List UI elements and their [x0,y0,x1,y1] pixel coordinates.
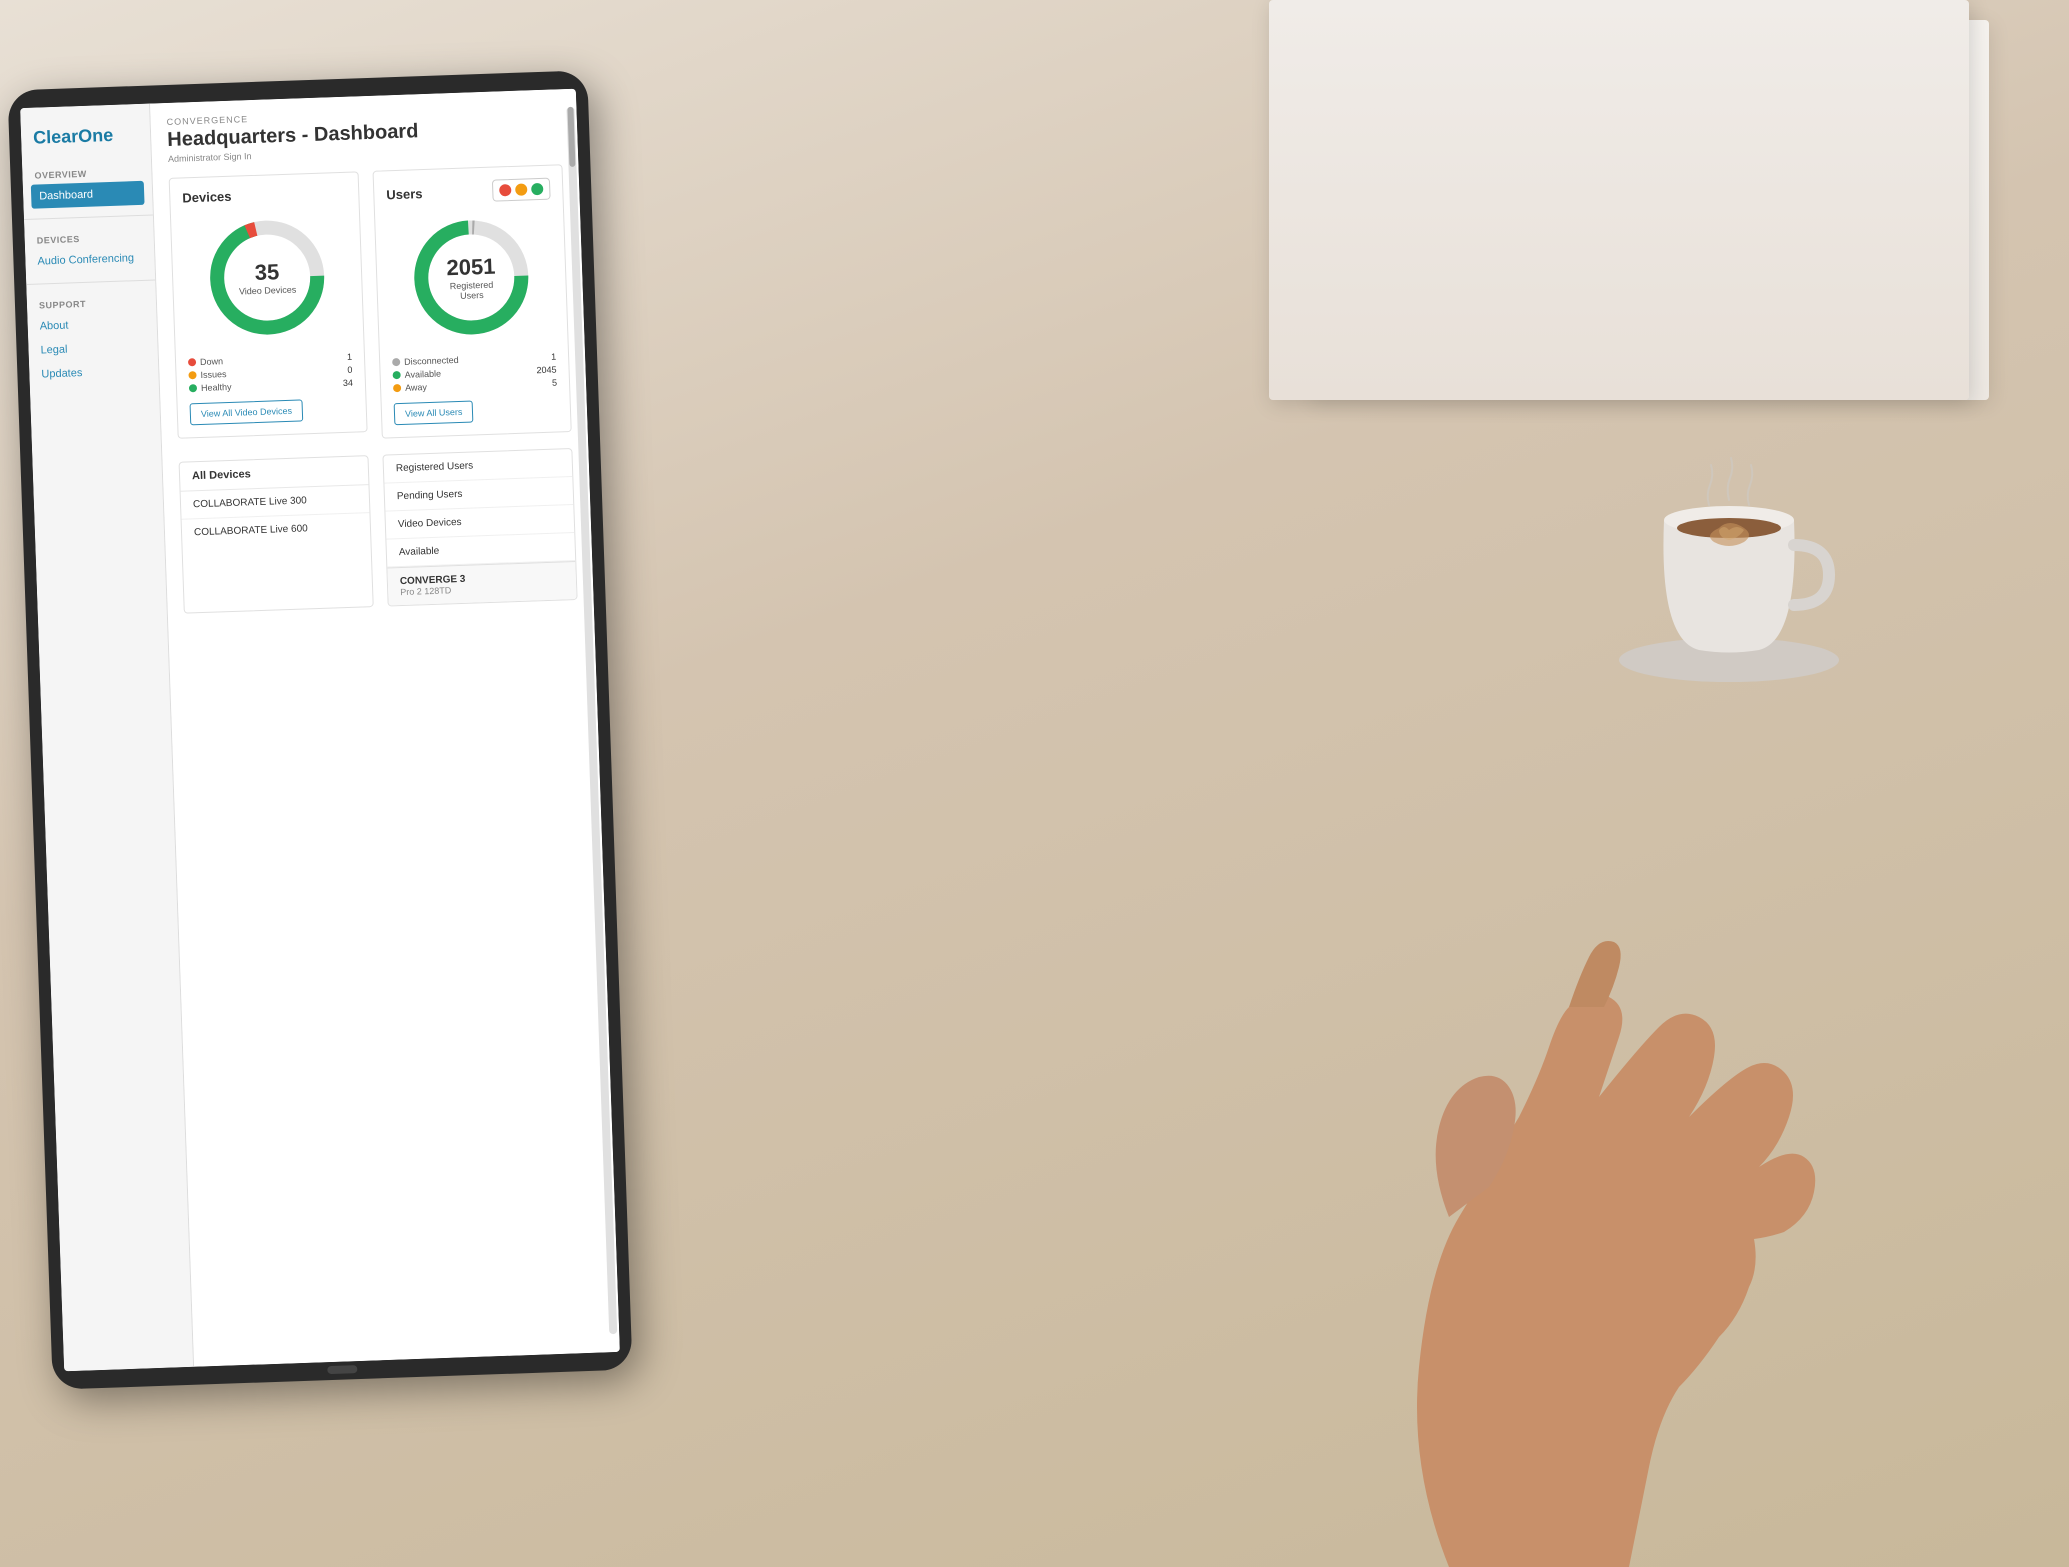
legend-down-value: 1 [347,352,352,362]
legend-disconnected-value: 1 [551,352,556,362]
legend-dot-yellow [188,371,196,379]
device-list-item-2[interactable]: COLLABORATE Live 600 [182,513,371,547]
users-label-line2: Users [447,290,496,302]
users-donut-container: 2051 Registered Users [387,210,555,346]
legend-away-left: Away [393,382,427,393]
devices-legend: Down 1 Issues 0 [188,352,353,394]
devices-donut-center: 35 Video Devices [238,259,297,297]
sidebar-logo: ClearOne [21,116,151,165]
all-devices-card: All Devices COLLABORATE Live 300 COLLABO… [179,455,374,614]
tablet-device: ClearOne OVERVIEW Dashboard DEVICES Audi… [7,70,632,1389]
devices-donut-container: 35 Video Devices [183,210,351,346]
legend-away-label: Away [405,382,427,393]
view-all-users-button[interactable]: View All Users [394,400,474,425]
dashboard-bottom-row: All Devices COLLABORATE Live 300 COLLABO… [179,448,578,614]
legend-available-value: 2045 [536,365,556,376]
traffic-light-green [531,183,543,195]
devices-card: Devices [169,171,368,438]
devices-count: 35 [238,259,296,287]
legend-dot-available [393,371,401,379]
traffic-light-yellow [515,183,527,195]
users-card-header: Users [386,178,551,206]
sidebar-divider-2 [26,279,155,285]
users-donut-wrapper: 2051 Registered Users [404,210,538,344]
converge-item: CONVERGE 3 Pro 2 128TD [387,561,576,606]
view-all-video-devices-button[interactable]: View All Video Devices [190,399,304,425]
users-card: Users [373,164,572,438]
legend-away-value: 5 [552,378,557,388]
legend-dot-away [393,384,401,392]
background-papers-front [1269,0,1969,400]
users-donut-center: 2051 Registered Users [446,254,497,302]
legend-disconnected-left: Disconnected [392,355,459,367]
legend-healthy-left: Healthy [189,382,232,393]
legend-down-left: Down [188,356,223,367]
users-list-card: Registered Users Pending Users Video Dev… [382,448,577,607]
coffee-cup-area [1589,380,1869,700]
legend-issues-value: 0 [347,365,352,375]
legend-item-away: Away 5 [393,378,557,394]
users-legend: Disconnected 1 Available 2045 [392,352,557,394]
devices-donut-wrapper: 35 Video Devices [200,210,334,344]
legend-dot-red [188,358,196,366]
traffic-light-red [499,184,511,196]
legend-healthy-value: 34 [343,378,353,388]
legend-dot-green [189,384,197,392]
tablet-screen: ClearOne OVERVIEW Dashboard DEVICES Audi… [20,89,620,1372]
users-count: 2051 [446,254,496,282]
brand-name: ClearOne [33,124,139,149]
legend-disconnected-label: Disconnected [404,355,459,367]
devices-label: Video Devices [239,285,297,297]
legend-available-label: Available [404,369,441,380]
coffee-cup-svg [1589,380,1869,700]
users-card-title: Users [386,186,423,202]
tablet-home-button[interactable] [327,1365,357,1374]
main-content: CONVERGENCE Headquarters - Dashboard Adm… [150,89,620,1367]
devices-card-header: Devices [182,185,346,206]
app-container: ClearOne OVERVIEW Dashboard DEVICES Audi… [20,89,620,1372]
sidebar-item-audio-conferencing[interactable]: Audio Conferencing [25,245,155,273]
sidebar-item-updates[interactable]: Updates [29,358,159,386]
sidebar-divider-1 [24,215,153,221]
devices-card-title: Devices [182,189,232,206]
traffic-lights [492,178,551,202]
legend-down-label: Down [200,356,223,367]
legend-item-healthy: Healthy 34 [189,378,353,394]
sidebar-item-dashboard[interactable]: Dashboard [31,181,145,209]
legend-healthy-label: Healthy [201,382,232,393]
legend-dot-gray [392,358,400,366]
legend-issues-left: Issues [188,369,226,380]
scrollbar-thumb[interactable] [567,107,575,167]
legend-issues-label: Issues [200,369,226,380]
legend-available-left: Available [392,369,441,381]
dashboard-top-row: Devices [169,164,572,446]
